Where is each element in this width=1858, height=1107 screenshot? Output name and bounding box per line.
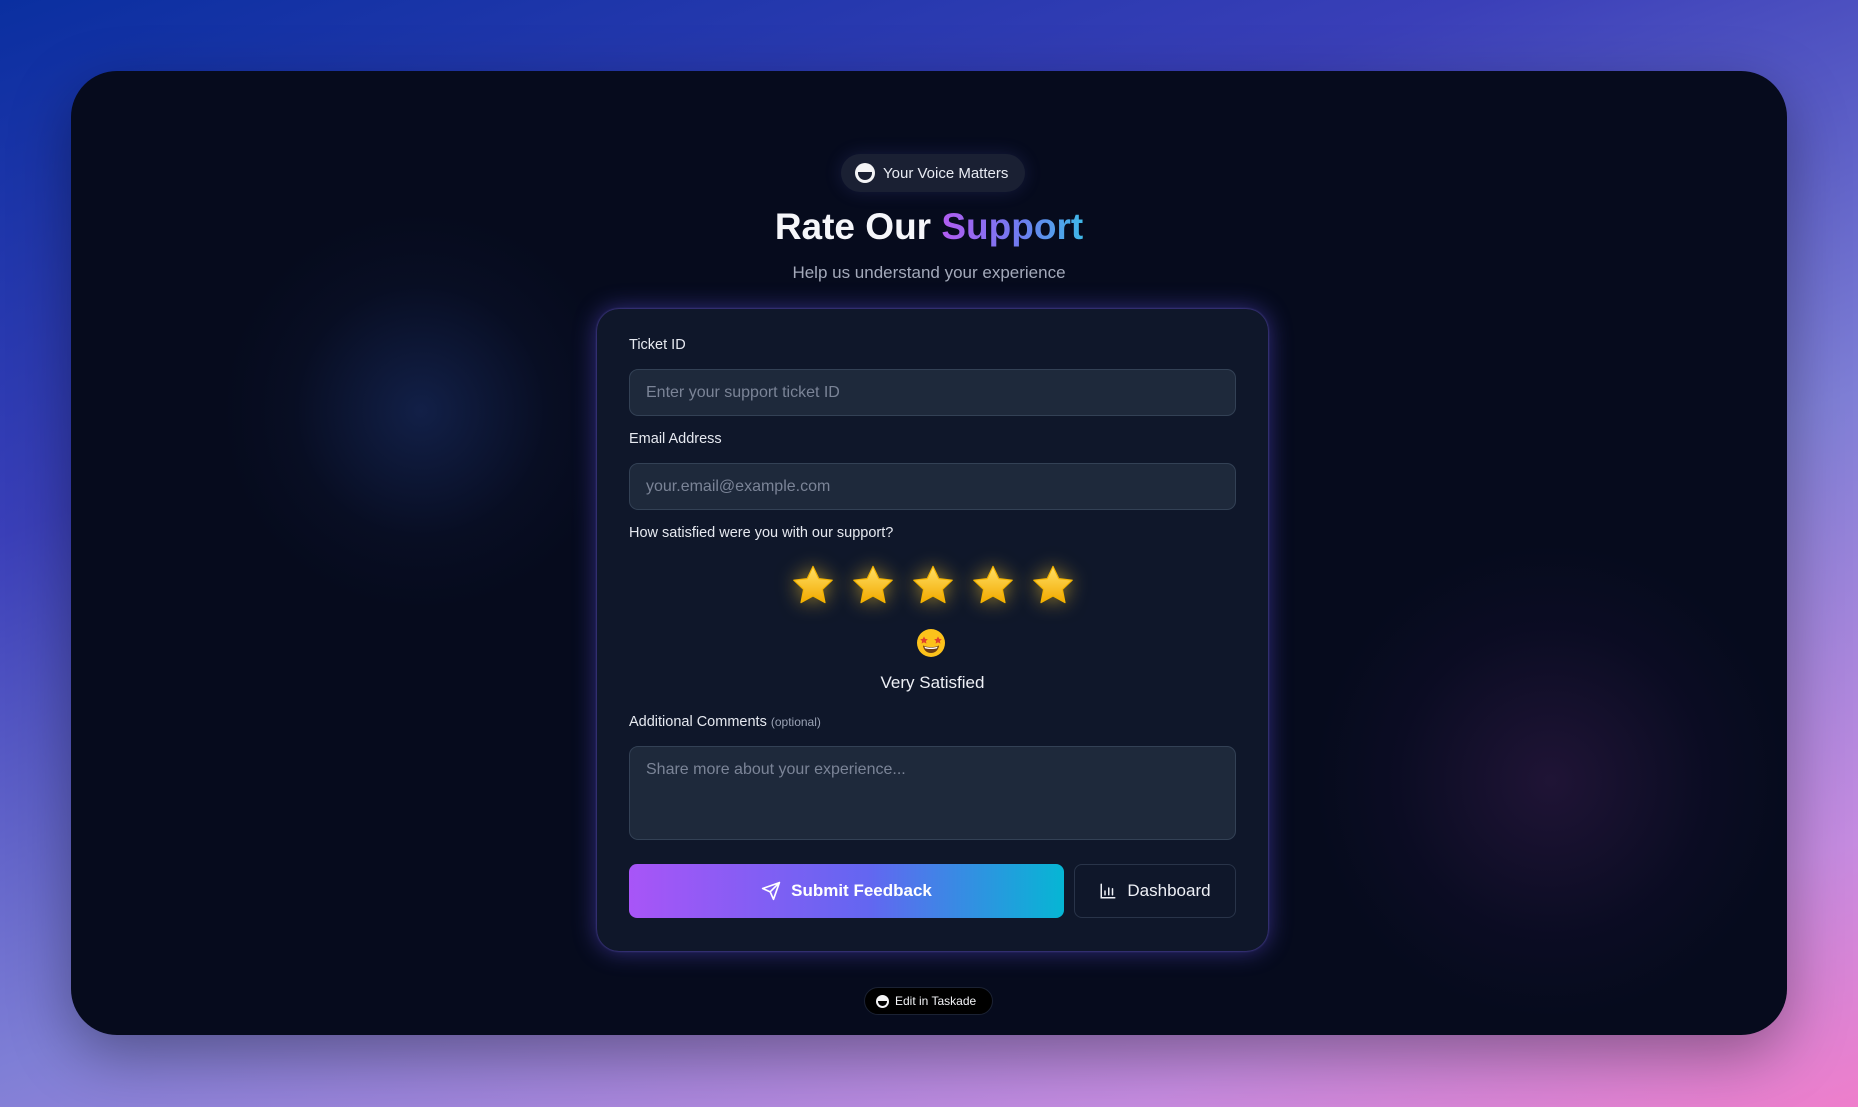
taskade-icon (876, 994, 889, 1008)
comments-label: Additional Comments (optional) (629, 714, 821, 730)
dashboard-label: Dashboard (1127, 881, 1211, 900)
star-1-icon[interactable] (789, 562, 837, 610)
badge-label: Your Voice Matters (883, 164, 1009, 182)
email-input[interactable] (629, 463, 1236, 510)
voice-badge: Your Voice Matters (841, 154, 1026, 192)
edit-in-taskade-button[interactable]: Edit in Taskade (864, 987, 994, 1015)
background-glow-right (1311, 541, 1787, 1021)
send-icon (761, 881, 781, 901)
ticket-id-label: Ticket ID (629, 337, 686, 353)
edit-in-taskade-label: Edit in Taskade (895, 994, 977, 1008)
star-5-icon[interactable] (1029, 562, 1077, 610)
star-struck-emoji-icon (917, 629, 945, 657)
page-title-accent: Support (941, 206, 1084, 247)
app-window: Your Voice Matters Rate Our Support Help… (71, 71, 1787, 1035)
submit-feedback-button[interactable]: Submit Feedback (629, 864, 1064, 918)
bar-chart-icon (1100, 883, 1116, 899)
comments-label-text: Additional Comments (629, 714, 767, 730)
page-title: Rate Our Support (71, 206, 1787, 248)
comments-optional-note: (optional) (770, 715, 821, 729)
star-2-icon[interactable] (849, 562, 897, 610)
rating-result-text: Very Satisfied (880, 673, 985, 692)
star-3-icon[interactable] (909, 562, 957, 610)
submit-feedback-label: Submit Feedback (791, 881, 932, 900)
taskade-icon (855, 163, 875, 183)
email-label: Email Address (629, 431, 722, 447)
feedback-form-card: Ticket ID Email Address How satisfied we… (597, 309, 1268, 951)
star-rating (597, 562, 1268, 610)
page-subtitle: Help us understand your experience (792, 263, 1066, 282)
dashboard-button[interactable]: Dashboard (1074, 864, 1236, 918)
ticket-id-input[interactable] (629, 369, 1236, 416)
comments-textarea[interactable] (629, 746, 1236, 840)
star-4-icon[interactable] (969, 562, 1017, 610)
page-title-plain: Rate Our (774, 206, 942, 247)
satisfaction-question: How satisfied were you with our support? (629, 525, 894, 541)
